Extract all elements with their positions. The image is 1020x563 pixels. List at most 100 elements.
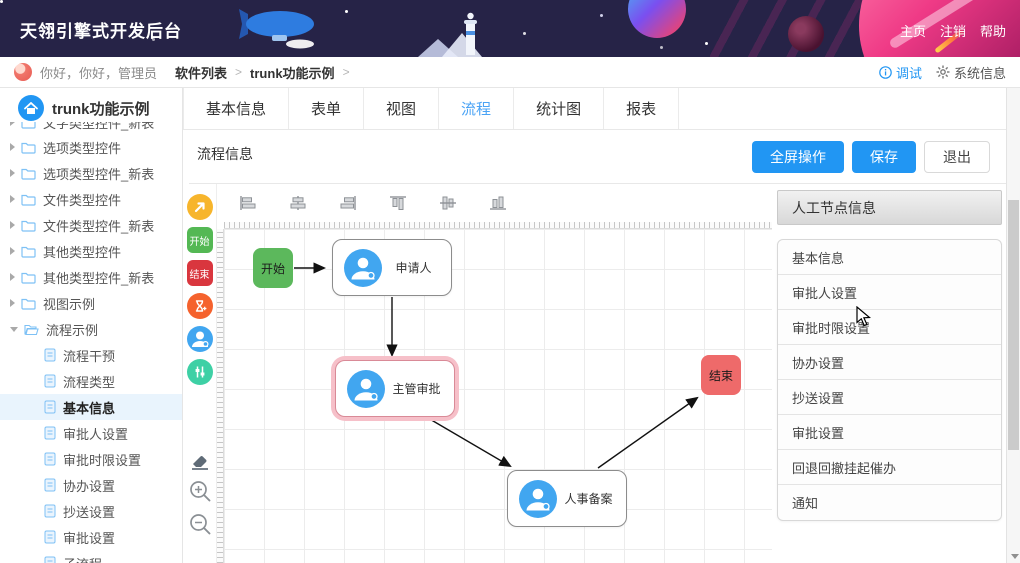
breadcrumb-separator: >: [342, 65, 350, 79]
align-left-icon[interactable]: [239, 195, 257, 211]
panel-item-approval-settings[interactable]: 审批设置: [778, 415, 1001, 450]
sidebar-item-subflow[interactable]: 子流程: [0, 550, 182, 563]
user-node-icon: [347, 369, 385, 408]
sidebar-item-other-controls-new[interactable]: 其他类型控件_新表: [0, 264, 182, 290]
align-top-icon[interactable]: [389, 195, 407, 211]
flow-node-end[interactable]: 结束: [701, 355, 741, 395]
flow-node-manager-approval[interactable]: 主管审批: [335, 360, 455, 417]
document-icon: [44, 556, 56, 563]
sidebar-item-flow-demo[interactable]: 流程示例: [0, 316, 182, 342]
vertical-scrollbar[interactable]: [1006, 88, 1020, 563]
caret-right-icon: [10, 273, 15, 281]
panel-item-notification[interactable]: 通知: [778, 485, 1001, 520]
flow-canvas[interactable]: 开始 申请人 主管审批 人事备案 结束: [217, 222, 772, 563]
flow-edges: [294, 262, 699, 469]
panel-item-assist-settings[interactable]: 协办设置: [778, 345, 1001, 380]
document-icon: [44, 478, 56, 492]
exit-button[interactable]: 退出: [924, 140, 990, 173]
sidebar-item-cc-settings[interactable]: 抄送设置: [0, 498, 182, 524]
sidebar-item-option-controls-new[interactable]: 选项类型控件_新表: [0, 160, 182, 186]
folder-icon: [21, 141, 36, 154]
flow-node-hr-record[interactable]: 人事备案: [507, 470, 627, 527]
blimp-decoration: [238, 6, 322, 55]
tab-basic-info[interactable]: 基本信息: [183, 88, 290, 129]
sidebar-item-basic-info[interactable]: 基本信息: [0, 394, 182, 420]
tab-chart[interactable]: 统计图: [514, 88, 605, 129]
sidebar-item-approval-time-limit[interactable]: 审批时限设置: [0, 446, 182, 472]
document-icon: [44, 504, 56, 518]
fullscreen-button[interactable]: 全屏操作: [752, 140, 844, 173]
panel-item-approval-time-limit[interactable]: 审批时限设置: [778, 310, 1001, 345]
sidebar-item-approval-settings[interactable]: 审批设置: [0, 524, 182, 550]
sidebar-item-option-controls[interactable]: 选项类型控件: [0, 134, 182, 160]
breadcrumb-separator: >: [235, 65, 243, 79]
tab-form[interactable]: 表单: [289, 88, 365, 129]
scroll-down-icon[interactable]: [1011, 554, 1019, 559]
folder-open-icon: [24, 323, 39, 336]
sidebar-item-assist-settings[interactable]: 协办设置: [0, 472, 182, 498]
panel-item-basic-info[interactable]: 基本信息: [778, 240, 1001, 275]
caret-right-icon: [10, 221, 15, 229]
user-node-tool-icon[interactable]: [186, 326, 213, 352]
section-title: 流程信息: [197, 146, 253, 162]
tab-view[interactable]: 视图: [364, 88, 440, 129]
flow-node-applicant[interactable]: 申请人: [332, 239, 452, 296]
tab-report[interactable]: 报表: [604, 88, 680, 129]
panel-item-approver-settings[interactable]: 审批人设置: [778, 275, 1001, 310]
sidebar-item-flow-type[interactable]: 流程类型: [0, 368, 182, 394]
timer-node-tool-icon[interactable]: [186, 293, 213, 319]
panel-menu: 基本信息 审批人设置 审批时限设置 协办设置 抄送设置 审批设置 回退回撤挂起催…: [777, 239, 1002, 521]
start-node-tool[interactable]: 开始: [186, 227, 213, 253]
pointer-tool-icon[interactable]: [186, 194, 213, 220]
folder-icon: [21, 167, 36, 180]
panel-title: 人工节点信息: [777, 190, 1002, 225]
nav-logout-link[interactable]: 注销: [940, 21, 966, 40]
document-icon: [44, 530, 56, 544]
nav-home-link[interactable]: 主页: [900, 21, 926, 40]
gear-icon: [936, 65, 950, 79]
sidebar-item-file-controls[interactable]: 文件类型控件: [0, 186, 182, 212]
align-right-icon[interactable]: [339, 195, 357, 211]
align-middle-icon[interactable]: [439, 195, 457, 211]
user-greeting: 你好，你好，管理员: [40, 65, 158, 81]
eraser-tool-icon[interactable]: [189, 451, 211, 471]
home-icon: [18, 95, 44, 121]
document-icon: [44, 374, 56, 388]
end-node-tool[interactable]: 结束: [186, 260, 213, 286]
nav-help-link[interactable]: 帮助: [980, 21, 1006, 40]
condition-node-tool-icon[interactable]: [186, 359, 213, 385]
breadcrumb-trunk-demo[interactable]: trunk功能示例: [250, 63, 335, 82]
panel-item-rollback-urge[interactable]: 回退回撤挂起催办: [778, 450, 1001, 485]
palette-toolbar: 开始 结束: [183, 184, 217, 563]
sidebar-item-other-controls[interactable]: 其他类型控件: [0, 238, 182, 264]
sidebar-root-label: trunk功能示例: [52, 100, 150, 118]
zoom-out-tool-icon[interactable]: [187, 511, 213, 537]
flow-node-start[interactable]: 开始: [253, 248, 293, 288]
align-bottom-icon[interactable]: [489, 195, 507, 211]
zoom-in-tool-icon[interactable]: [187, 478, 213, 504]
save-button[interactable]: 保存: [852, 140, 916, 173]
lighthouse-decoration: [418, 11, 488, 57]
folder-icon: [21, 219, 36, 232]
caret-right-icon: [10, 169, 15, 177]
panel-item-cc-settings[interactable]: 抄送设置: [778, 380, 1001, 415]
document-icon: [44, 452, 56, 466]
scrollbar-thumb[interactable]: [1008, 200, 1019, 450]
app-window: 天翎引擎式开发后台 主页 注销 帮助 你好，你好，管理员 软件列表 > trun…: [0, 0, 1020, 563]
sidebar-item-flow-intervene[interactable]: 流程干预: [0, 342, 182, 368]
caret-right-icon: [10, 195, 15, 203]
align-toolbar: [217, 184, 772, 222]
tab-flow[interactable]: 流程: [439, 88, 515, 129]
sidebar-item-file-controls-new[interactable]: 文件类型控件_新表: [0, 212, 182, 238]
align-center-icon[interactable]: [289, 195, 307, 211]
folder-icon: [21, 245, 36, 258]
sidebar-item-approver-settings[interactable]: 审批人设置: [0, 420, 182, 446]
system-info-link[interactable]: 系统信息: [936, 63, 1006, 82]
avatar: [14, 63, 32, 81]
breadcrumb-software-list[interactable]: 软件列表: [175, 63, 227, 82]
sidebar-item-clipped[interactable]: 文字类型控件_新表: [0, 122, 182, 134]
sidebar-root-item[interactable]: trunk功能示例: [0, 88, 182, 122]
sidebar-item-view-demo[interactable]: 视图示例: [0, 290, 182, 316]
header-nav: 主页 注销 帮助: [900, 21, 1006, 40]
debug-link[interactable]: 调试: [879, 63, 922, 82]
